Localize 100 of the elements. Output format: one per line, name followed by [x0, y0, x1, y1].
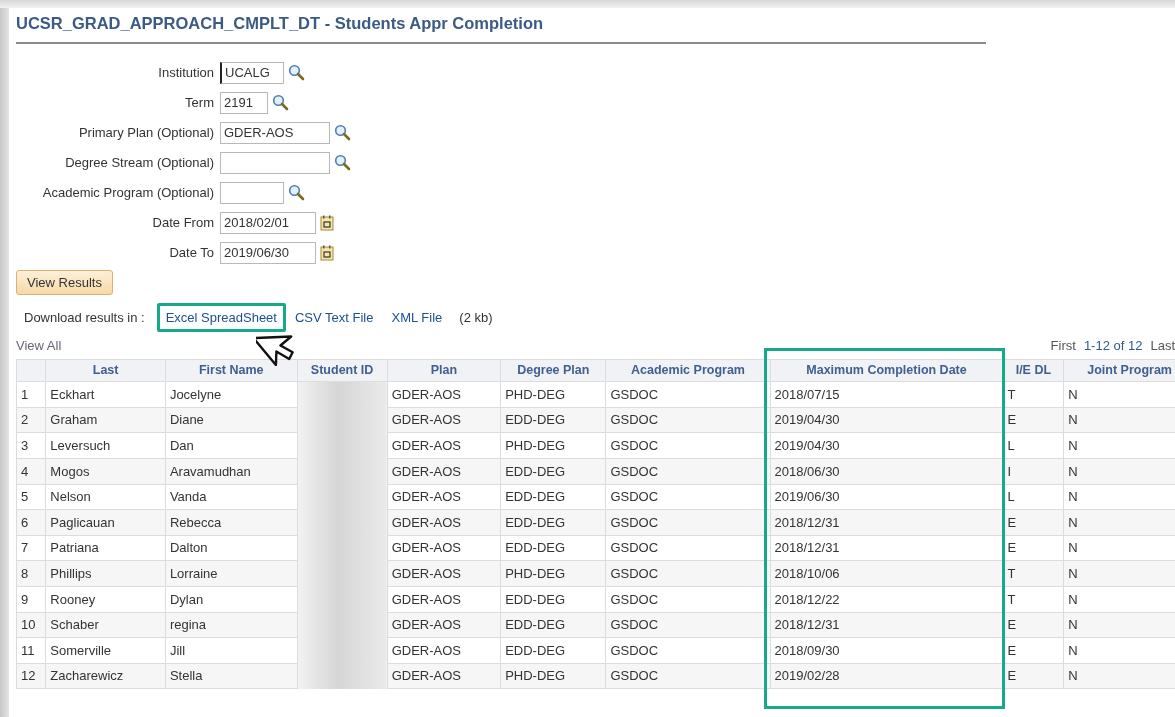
table-cell: PHD-DEG	[500, 560, 606, 587]
column-header[interactable]: Degree Plan	[500, 359, 606, 382]
table-cell: GSDOC	[605, 663, 771, 689]
field-label: Date From	[151, 214, 215, 233]
input-field[interactable]: 2018/02/01	[220, 211, 316, 234]
download-link[interactable]: XML File	[382, 302, 452, 333]
table-cell: EDD-DEG	[500, 637, 606, 664]
field-label: Degree Stream (Optional)	[64, 154, 215, 173]
table-cell: PHD-DEG	[500, 433, 606, 459]
table-cell: Somerville	[45, 637, 166, 664]
search-icon[interactable]	[334, 154, 351, 172]
field-label: Term	[184, 94, 215, 113]
table-cell: EDD-DEG	[500, 458, 606, 485]
table-cell: GDER-AOS	[387, 535, 501, 561]
table-cell: Mogos	[45, 458, 166, 485]
table-cell: EDD-DEG	[500, 407, 606, 433]
table-cell: T	[1003, 381, 1064, 408]
table-cell: GSDOC	[605, 535, 771, 561]
table-cell: GSDOC	[605, 612, 771, 638]
table-cell: L	[1003, 433, 1064, 459]
calendar-icon[interactable]	[320, 214, 334, 231]
row-number: 4	[16, 458, 46, 485]
column-header[interactable]: Joint Program	[1063, 359, 1175, 382]
table-cell: 2019/04/30	[770, 407, 1003, 433]
input-field[interactable]	[220, 181, 284, 204]
table-cell: GDER-AOS	[387, 612, 501, 638]
calendar-icon[interactable]	[320, 244, 334, 261]
field-label: Academic Program (Optional)	[41, 184, 215, 203]
table-cell: N	[1063, 612, 1175, 638]
table-cell: Patriana	[45, 535, 166, 561]
table-cell: Jocelyne	[165, 381, 298, 408]
table-cell: PHD-DEG	[500, 663, 606, 689]
table-cell: 2018/12/31	[770, 509, 1003, 536]
table-cell: 2019/02/28	[770, 663, 1003, 689]
first-link[interactable]: First	[1050, 335, 1076, 356]
column-header[interactable]: Last	[45, 359, 166, 382]
column-header[interactable]: First Name	[165, 359, 298, 382]
column-header[interactable]: Academic Program	[605, 359, 771, 382]
search-icon[interactable]	[272, 94, 289, 112]
download-link[interactable]: CSV Text File	[285, 302, 383, 333]
column-header[interactable]: Plan	[387, 359, 501, 382]
field-label: Primary Plan (Optional)	[77, 124, 215, 143]
table-cell: EDD-DEG	[500, 484, 606, 510]
table-cell: 2018/06/30	[770, 458, 1003, 485]
table-cell: Dylan	[165, 586, 298, 613]
row-number: 8	[16, 560, 46, 587]
table-cell: 2018/10/06	[770, 560, 1003, 587]
row-number: 12	[16, 663, 46, 689]
search-icon[interactable]	[288, 184, 305, 202]
view-results-button[interactable]: View Results	[16, 269, 113, 296]
row-number: 5	[16, 484, 46, 510]
table-cell: GDER-AOS	[387, 663, 501, 689]
table-cell: EDD-DEG	[500, 535, 606, 561]
table-cell: GDER-AOS	[387, 586, 501, 613]
table-cell: GSDOC	[605, 484, 771, 510]
field-label: Date To	[168, 244, 215, 263]
column-header[interactable]: Maximum Completion Date	[770, 359, 1003, 382]
table-cell: GDER-AOS	[387, 433, 501, 459]
table-cell: regina	[165, 612, 298, 638]
search-icon[interactable]	[334, 124, 351, 142]
row-number: 10	[16, 612, 46, 638]
table-cell: N	[1063, 663, 1175, 689]
download-link[interactable]: Excel SpreadSheet	[156, 302, 286, 333]
input-field[interactable]	[220, 151, 330, 174]
table-cell: E	[1003, 637, 1064, 664]
field-label: Institution	[157, 64, 215, 83]
table-cell: Paglicauan	[45, 509, 166, 536]
table-cell: GSDOC	[605, 433, 771, 459]
view-all-link[interactable]: View All	[16, 335, 62, 356]
table-cell: T	[1003, 586, 1064, 613]
table-cell: GDER-AOS	[387, 637, 501, 664]
file-size: (2 kb)	[458, 308, 493, 327]
table-cell: Graham	[45, 407, 166, 433]
table-cell: GDER-AOS	[387, 407, 501, 433]
row-number: 6	[16, 509, 46, 536]
input-field[interactable]: GDER-AOS	[220, 121, 330, 144]
column-header[interactable]: Student ID	[297, 359, 388, 382]
input-field[interactable]: 2191	[220, 91, 268, 114]
table-cell: Zacharewicz	[45, 663, 166, 689]
input-field[interactable]: UCALG	[220, 61, 284, 84]
table-cell: Dan	[165, 433, 298, 459]
table-cell: GSDOC	[605, 586, 771, 613]
input-field[interactable]: 2019/06/30	[220, 241, 316, 264]
table-cell: Dalton	[165, 535, 298, 561]
table-cell: Jill	[165, 637, 298, 664]
table-cell: Schaber	[45, 612, 166, 638]
table-cell: GDER-AOS	[387, 381, 501, 408]
column-header[interactable]: I/E DL	[1003, 359, 1064, 382]
page-title: UCSR_GRAD_APPROACH_CMPLT_DT - Students Appr Completion	[16, 14, 545, 34]
table-cell: Eckhart	[45, 381, 166, 408]
table-cell: GSDOC	[605, 637, 771, 664]
download-label: Download results in :	[23, 308, 146, 327]
row-number: 11	[16, 637, 46, 664]
search-icon[interactable]	[288, 64, 305, 82]
row-number: 2	[16, 407, 46, 433]
table-cell: N	[1063, 509, 1175, 536]
page-range: 1-12 of 12	[1083, 336, 1143, 355]
table-cell: GSDOC	[605, 560, 771, 587]
last-link[interactable]: Last	[1150, 335, 1175, 356]
table-cell: Rebecca	[165, 509, 298, 536]
